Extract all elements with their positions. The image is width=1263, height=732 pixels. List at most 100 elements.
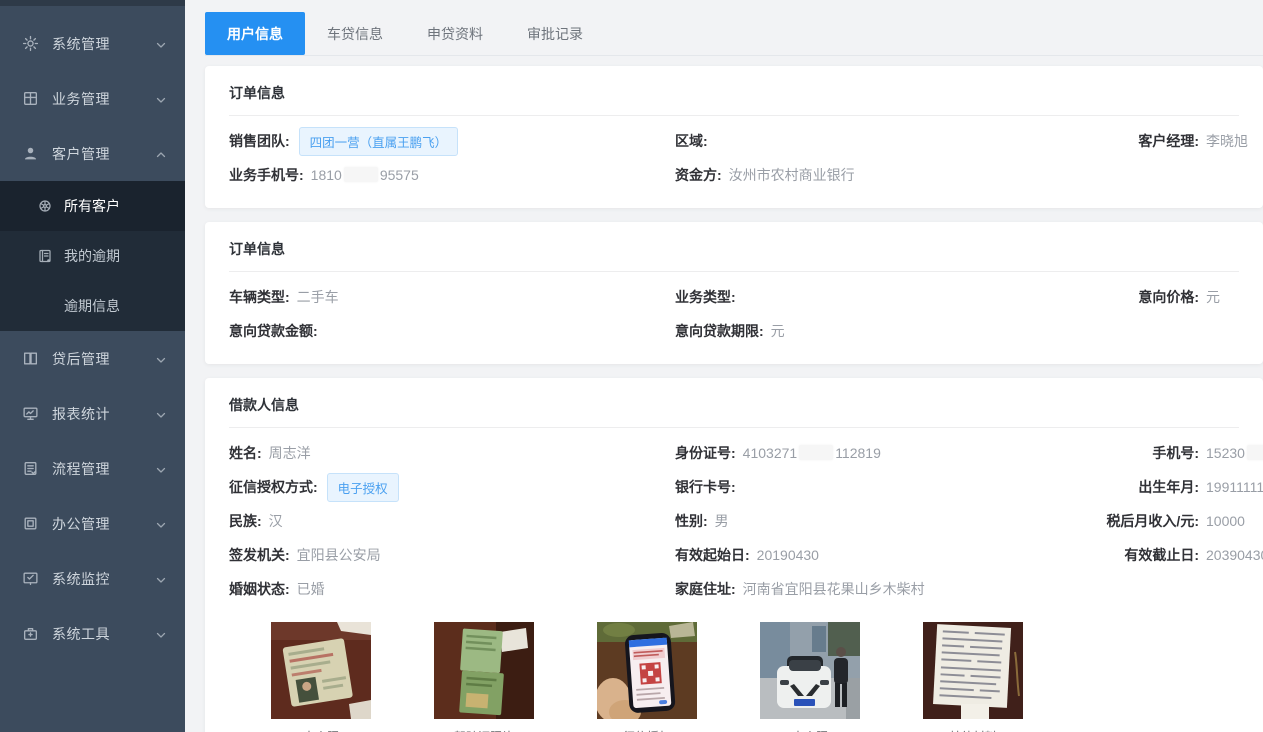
photo-thumbnail-id-card[interactable] <box>271 622 371 719</box>
field-ethnicity: 民族: 汉 <box>229 511 675 531</box>
value-suffix: 112819 <box>835 445 881 461</box>
borrower-info-rows: 姓名: 周志洋 身份证号: 4103271112819 手机号: 1523081… <box>229 428 1239 610</box>
credit-auth-tag[interactable]: 电子授权 <box>327 473 399 502</box>
redaction-mask <box>799 445 833 460</box>
field-label: 性别: <box>675 511 708 531</box>
field-label: 意向贷款金额: <box>229 321 318 341</box>
field-value: 周志洋 <box>269 443 311 463</box>
field-valid-from: 有效起始日: 20190430 <box>675 545 1087 565</box>
app-window: 系统管理 业务管理 客户管理 <box>0 0 1263 732</box>
field-label: 民族: <box>229 511 262 531</box>
photo-thumbnail-handwritten-document[interactable] <box>923 622 1023 719</box>
field-value: 4103271112819 <box>743 445 881 461</box>
sidebar-item-label: 贷后管理 <box>52 349 155 369</box>
chevron-up-icon <box>155 148 167 160</box>
tab-user-info[interactable]: 用户信息 <box>205 12 305 55</box>
field-label: 家庭住址: <box>675 579 736 599</box>
field-business-type: 业务类型: <box>675 287 1087 307</box>
field-value: 二手车 <box>297 287 339 307</box>
borrower-info-card: 借款人信息 姓名: 周志洋 身份证号: 4103271112819 手机号: 1… <box>205 378 1263 732</box>
order-info-rows: 销售团队: 四团一营（直属王鹏飞） 区域: 客户经理: 李晓旭 业务手机号: <box>229 116 1239 208</box>
field-label: 签发机关: <box>229 545 290 565</box>
sidebar-item-my-overdue[interactable]: 我的逾期 <box>0 231 185 281</box>
sidebar-item-label: 我的逾期 <box>64 246 120 266</box>
field-row: 民族: 汉 性别: 男 税后月收入/元: 10000 <box>229 504 1239 538</box>
sidebar-item-label: 所有客户 <box>64 196 120 216</box>
field-name: 姓名: 周志洋 <box>229 443 675 463</box>
sidebar-item-report-statistics[interactable]: 报表统计 <box>0 386 185 441</box>
field-row: 车辆类型: 二手车 业务类型: 意向价格: 元 <box>229 280 1239 314</box>
tab-approval-records[interactable]: 审批记录 <box>505 12 605 55</box>
order-info-card: 订单信息 销售团队: 四团一营（直属王鹏飞） 区域: 客户经理: 李晓旭 <box>205 66 1263 208</box>
monitor-icon <box>22 405 39 422</box>
photo-caption: 本人照 <box>271 728 371 732</box>
field-label: 业务手机号: <box>229 165 304 185</box>
field-label: 银行卡号: <box>675 477 736 497</box>
photo-thumbnail-driver-license[interactable] <box>434 622 534 719</box>
field-label: 车辆类型: <box>229 287 290 307</box>
field-value: 李晓旭 <box>1206 131 1248 151</box>
tab-car-loan-info[interactable]: 车贷信息 <box>305 12 405 55</box>
redaction-mask <box>1247 445 1263 460</box>
sidebar-item-system-monitor[interactable]: 系统监控 <box>0 551 185 606</box>
sidebar-item-business-management[interactable]: 业务管理 <box>0 71 185 126</box>
field-value: 10000 <box>1206 513 1245 529</box>
field-value: 1810 95575 <box>311 167 419 183</box>
notebook-icon <box>37 248 53 264</box>
sidebar-item-label: 流程管理 <box>52 459 155 479</box>
value-prefix: 1810 <box>311 167 342 183</box>
field-label: 手机号: <box>1087 443 1199 463</box>
field-value: 汝州市农村商业银行 <box>729 165 855 185</box>
field-value: 元 <box>771 321 785 341</box>
field-value: 宜阳县公安局 <box>297 545 381 565</box>
field-value: 元 <box>1206 287 1220 307</box>
field-row: 姓名: 周志洋 身份证号: 4103271112819 手机号: 1523081… <box>229 436 1239 470</box>
field-loan-term: 意向贷款期限: 元 <box>675 321 1087 341</box>
screen-icon <box>22 570 39 587</box>
sidebar-item-customer-management[interactable]: 客户管理 <box>0 126 185 181</box>
photo-thumbnail-credit-auth-qr[interactable] <box>597 622 697 719</box>
value-suffix: 95575 <box>380 167 419 183</box>
sidebar-item-label: 报表统计 <box>52 404 155 424</box>
sidebar-item-postloan-management[interactable]: 贷后管理 <box>0 331 185 386</box>
chevron-down-icon <box>155 93 167 105</box>
field-mobile-phone: 手机号: 152308137 <box>1087 443 1263 463</box>
field-label: 有效起始日: <box>675 545 750 565</box>
sales-team-tag[interactable]: 四团一营（直属王鹏飞） <box>299 127 459 156</box>
field-customer-manager: 客户经理: 李晓旭 <box>1087 131 1248 151</box>
field-value: 汉 <box>269 511 283 531</box>
photo-caption: 驾驶证照片 <box>434 728 534 732</box>
tab-loan-application-docs[interactable]: 申贷资料 <box>405 12 505 55</box>
sidebar-item-system-management[interactable]: 系统管理 <box>0 16 185 71</box>
field-label: 出生年月: <box>1087 477 1199 497</box>
field-business-phone: 业务手机号: 1810 95575 <box>229 165 675 185</box>
field-issuing-authority: 签发机关: 宜阳县公安局 <box>229 545 675 565</box>
field-value: 152308137 <box>1206 445 1263 461</box>
redaction-mask <box>344 167 378 182</box>
photo-item: 驾驶证照片 <box>434 622 534 732</box>
user-icon <box>22 145 39 162</box>
chevron-down-icon <box>155 38 167 50</box>
field-row: 意向贷款金额: 意向贷款期限: 元 <box>229 314 1239 348</box>
doc-icon <box>22 515 39 532</box>
field-marital-status: 婚姻状态: 已婚 <box>229 579 675 599</box>
field-label: 销售团队: <box>229 131 290 151</box>
sidebar-item-label: 逾期信息 <box>64 296 120 316</box>
sidebar-item-process-management[interactable]: 流程管理 <box>0 441 185 496</box>
grid-icon <box>22 90 39 107</box>
sidebar-item-overdue-info[interactable]: 逾期信息 <box>0 281 185 331</box>
field-value: 20390430 <box>1206 547 1263 563</box>
sidebar-item-system-tools[interactable]: 系统工具 <box>0 606 185 661</box>
field-value: 已婚 <box>297 579 325 599</box>
field-label: 客户经理: <box>1087 131 1199 151</box>
chevron-down-icon <box>155 518 167 530</box>
photo-caption: 本人照 <box>760 728 860 732</box>
photo-thumbnail-person-with-car[interactable] <box>760 622 860 719</box>
sidebar-item-all-customers[interactable]: 所有客户 <box>0 181 185 231</box>
sidebar-item-label: 系统管理 <box>52 34 155 54</box>
sidebar-item-label: 办公管理 <box>52 514 155 534</box>
field-label: 业务类型: <box>675 287 736 307</box>
sidebar-item-office-management[interactable]: 办公管理 <box>0 496 185 551</box>
chevron-down-icon <box>155 628 167 640</box>
sidebar-item-label: 系统工具 <box>52 624 155 644</box>
